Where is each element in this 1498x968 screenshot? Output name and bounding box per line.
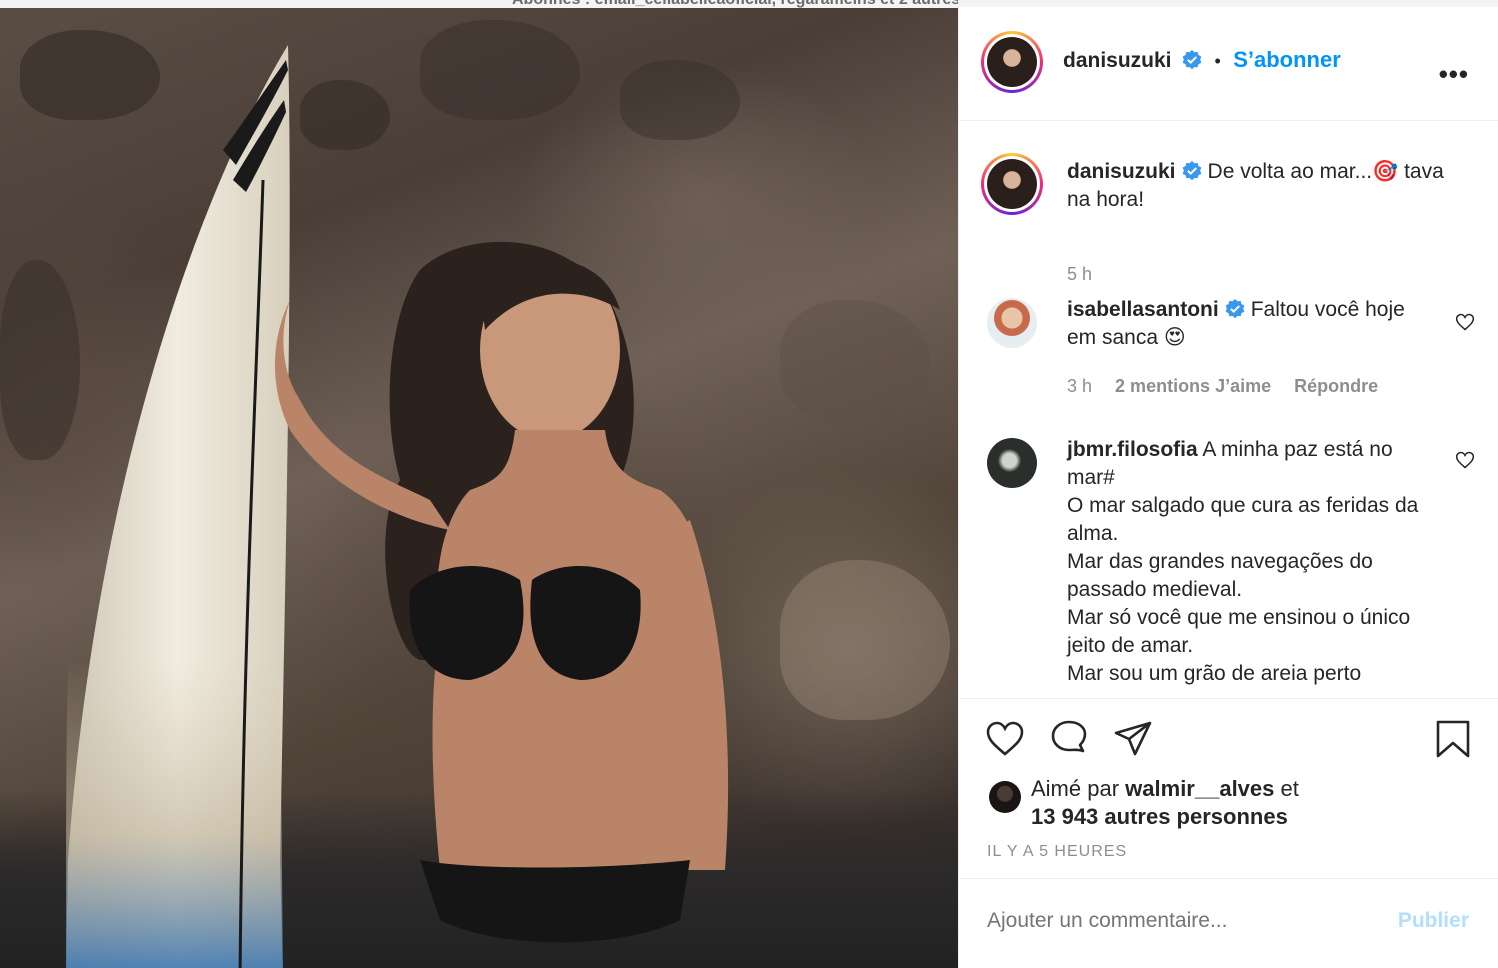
photo-top-caption: Abonnés : email_celiabelleaoficial, rega… (512, 0, 958, 9)
publish-button[interactable]: Publier (1398, 909, 1469, 933)
add-comment-bar: Publier (959, 878, 1498, 968)
likes-suffix: et (1280, 776, 1299, 801)
author-avatar[interactable] (981, 31, 1043, 93)
commenter-avatar[interactable] (987, 298, 1037, 348)
comment-like-heart-icon[interactable] (1455, 312, 1475, 332)
comment-text-block: isabellasantoni Faltou você hoje em sanc… (1067, 296, 1427, 352)
commenter-avatar[interactable] (987, 438, 1037, 488)
share-send-icon[interactable] (1113, 719, 1153, 759)
surfboard-illustration (66, 45, 290, 968)
comment-text-block: jbmr.filosofia A minha paz está no mar# … (1067, 436, 1437, 688)
comment-input[interactable] (987, 909, 1367, 933)
liker-avatar[interactable] (989, 781, 1021, 813)
verified-badge-icon (1182, 161, 1201, 181)
caption-username[interactable]: danisuzuki (1067, 160, 1176, 183)
caption-time[interactable]: 5 h (1067, 264, 1092, 284)
comment-text-line: Mar só você que me ensinou o único jeito… (1067, 606, 1411, 657)
verified-badge-icon (1182, 50, 1202, 70)
post-timestamp[interactable]: IL Y A 5 HEURES (987, 843, 1127, 861)
post-header: danisuzuki • S’abonner ••• (959, 7, 1498, 121)
post-actions: Aimé par walmir__alves et 13 943 autres … (959, 698, 1498, 878)
caption-text-block: danisuzuki De volta ao mar...🎯 tava na h… (1067, 158, 1447, 214)
commenter-username[interactable]: isabellasantoni (1067, 298, 1219, 321)
comment-text-line: O mar salgado que cura as feridas da alm… (1067, 494, 1419, 545)
commenter-username[interactable]: jbmr.filosofia (1067, 438, 1198, 461)
comment-bubble-icon[interactable] (1049, 719, 1089, 759)
reply-button[interactable]: Répondre (1294, 376, 1378, 396)
verified-badge-icon (1225, 299, 1245, 319)
rock-shape (620, 60, 740, 140)
caption-meta: 5 h (1067, 264, 1110, 285)
comment-text-line: Mar das grandes navegações do passado me… (1067, 550, 1373, 601)
person-illustration (275, 241, 729, 943)
comment-likes-count[interactable]: 2 mentions J’aime (1115, 376, 1271, 396)
save-bookmark-icon[interactable] (1433, 719, 1473, 759)
likes-prefix: Aimé par (1031, 776, 1120, 801)
comment-text-line: Mar sou um grão de areia perto (1067, 662, 1362, 685)
comment-like-heart-icon[interactable] (1455, 450, 1475, 470)
post-details-panel: danisuzuki • S’abonner ••• danisuzuki De… (958, 0, 1498, 968)
follow-button[interactable]: S’abonner (1233, 47, 1341, 72)
rock-shape (780, 300, 930, 420)
header-separator: • (1214, 51, 1221, 71)
rock-shape (420, 20, 580, 120)
comments-section[interactable]: danisuzuki De volta ao mar...🎯 tava na h… (959, 122, 1498, 698)
more-options-icon[interactable]: ••• (1439, 59, 1469, 90)
likes-count[interactable]: 13 943 autres personnes (1031, 804, 1288, 829)
panel-top-strip (959, 0, 1498, 7)
author-username[interactable]: danisuzuki (1063, 49, 1172, 72)
liker-username[interactable]: walmir__alves (1125, 776, 1274, 801)
like-heart-icon[interactable] (985, 719, 1025, 759)
rock-shape (780, 560, 950, 720)
comment-meta: 3 h 2 mentions J’aime Répondre (1067, 376, 1396, 397)
post-photo[interactable]: Abonnés : email_celiabelleaoficial, rega… (0, 0, 958, 968)
comment-time[interactable]: 3 h (1067, 376, 1092, 396)
rock-shape (300, 80, 390, 150)
caption-author-avatar[interactable] (981, 153, 1043, 215)
likes-text: Aimé par walmir__alves et 13 943 autres … (1031, 775, 1411, 831)
